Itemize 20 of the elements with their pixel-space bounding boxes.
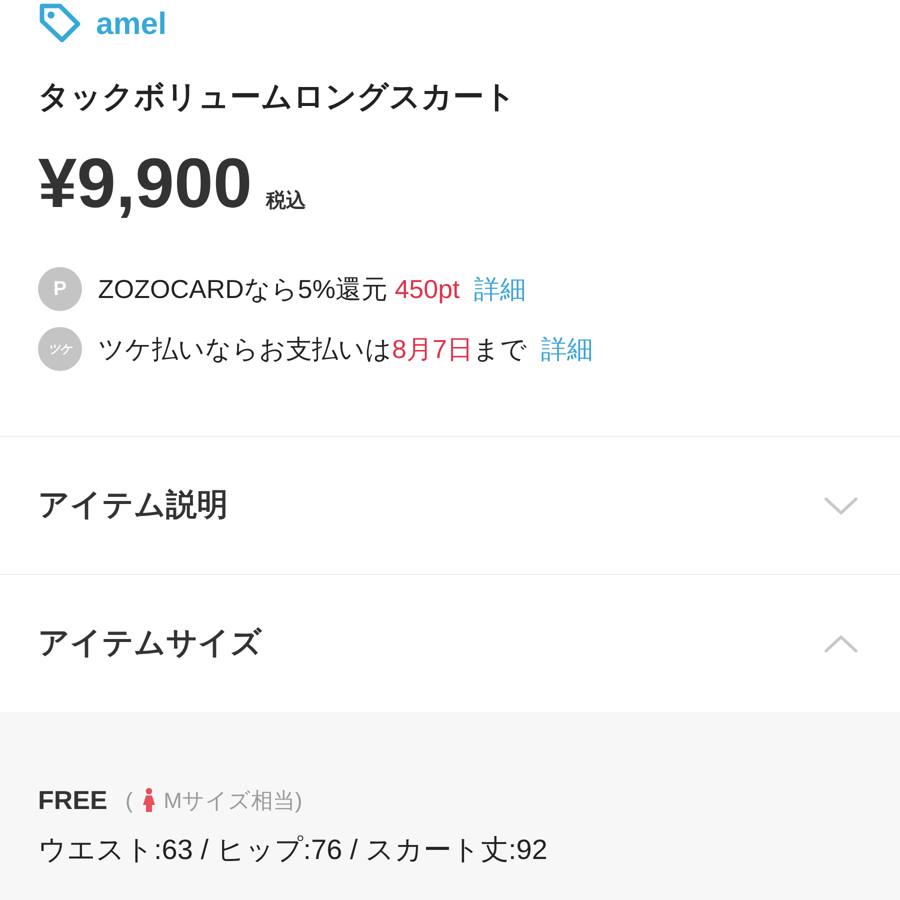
tag-icon: [38, 2, 82, 44]
tax-note: 税込: [266, 189, 306, 214]
size-label: FREE: [38, 784, 108, 816]
product-title: タックボリュームロングスカート: [38, 78, 517, 116]
details-link[interactable]: 詳細: [540, 330, 593, 368]
woman-icon: [142, 788, 155, 812]
benefit-text: ツケ払いならお支払いは8月7日 まで: [98, 332, 527, 366]
chevron-down-icon: [824, 496, 858, 514]
brand-link[interactable]: amel: [96, 8, 167, 38]
size-equivalent: Mサイズ相当): [164, 786, 302, 814]
points-icon: P: [38, 267, 82, 311]
measurements: ウエスト:63 / ヒップ:76 / スカート丈:92: [38, 834, 548, 866]
details-link[interactable]: 詳細: [474, 270, 526, 308]
note-paren: (: [125, 786, 133, 814]
section-title: アイテムサイズ: [38, 624, 262, 662]
chevron-up-icon: [824, 634, 858, 652]
section-title: アイテム説明: [38, 486, 228, 524]
benefit-text: ZOZOCARDなら5%還元 450pt: [98, 272, 460, 306]
payment-icon: ツケ: [38, 327, 82, 371]
price: ¥9,900: [38, 148, 252, 218]
